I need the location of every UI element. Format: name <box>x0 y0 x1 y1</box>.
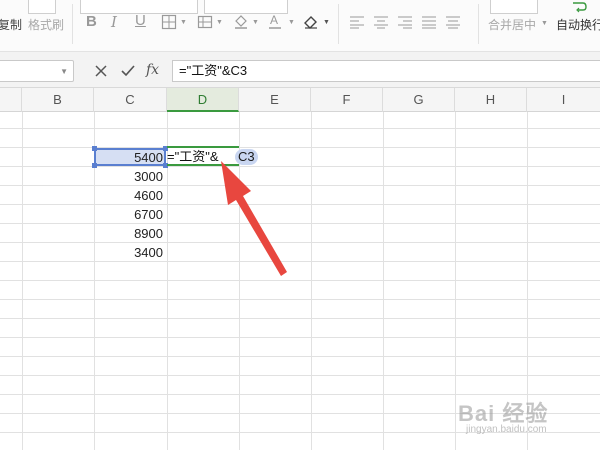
chevron-down-icon[interactable]: ▼ <box>252 19 259 26</box>
row-header-corner[interactable] <box>0 88 22 112</box>
column-header-i[interactable]: I <box>527 88 600 112</box>
copy-button[interactable]: 复制 <box>0 16 22 33</box>
grid-line <box>0 166 600 167</box>
grid-line <box>383 112 384 450</box>
wrap-text-icon <box>570 0 588 16</box>
align-left-icon[interactable] <box>348 13 366 31</box>
grid-line <box>0 223 600 224</box>
cell-reference-chip: C3 <box>235 149 258 165</box>
watermark-url: jingyan.baidu.com <box>466 424 547 435</box>
align-right-icon[interactable] <box>396 13 414 31</box>
fill-color-icon[interactable] <box>232 12 250 30</box>
bold-button[interactable]: B <box>86 13 97 30</box>
format-painter-icon <box>28 0 56 14</box>
cancel-icon[interactable] <box>92 62 110 80</box>
column-header-g[interactable]: G <box>383 88 455 112</box>
formula-input[interactable]: ="工资"&C3 <box>172 60 600 82</box>
grid-line <box>0 337 600 338</box>
chevron-down-icon[interactable]: ▼ <box>180 19 187 26</box>
align-center-icon[interactable] <box>372 13 390 31</box>
chevron-down-icon[interactable]: ▼ <box>541 20 548 27</box>
chevron-down-icon[interactable]: ▼ <box>323 19 330 26</box>
grid-line <box>0 185 600 186</box>
merge-center-icon <box>490 0 538 14</box>
merge-center-button[interactable]: 合并居中 <box>488 16 536 33</box>
grid-line <box>0 318 600 319</box>
column-headers: B C D E F G H I <box>0 88 600 112</box>
underline-button[interactable]: U <box>135 12 146 29</box>
format-painter-button[interactable]: 格式刷 <box>28 16 64 33</box>
justify-icon[interactable] <box>420 13 438 31</box>
cell-c4[interactable]: 3000 <box>94 167 166 186</box>
cell-c3[interactable]: 5400 <box>94 148 166 167</box>
watermark-logo: Bai 经验 jingyan.baidu.com <box>458 394 598 442</box>
svg-text:A: A <box>270 13 278 27</box>
ribbon-toolbar: 复制 格式刷 B I U ▼ ▼ ▼ A ▼ ▼ 合并居中 ▼ 自动换行 <box>0 0 600 52</box>
grid-line <box>22 112 23 450</box>
formula-bar: ▼ fx ="工资"&C3 <box>0 52 600 88</box>
cell-c7[interactable]: 8900 <box>94 224 166 243</box>
grid-line <box>0 375 600 376</box>
cell-d3-edit-border <box>167 164 239 166</box>
auto-wrap-button[interactable]: 自动换行 <box>556 16 600 33</box>
grid-line <box>0 299 600 300</box>
column-header-f[interactable]: F <box>311 88 383 112</box>
font-color-icon[interactable]: A <box>266 12 284 30</box>
grid-line <box>311 112 312 450</box>
ribbon-divider <box>72 4 73 44</box>
column-header-h[interactable]: H <box>455 88 527 112</box>
ribbon-divider <box>338 4 339 44</box>
ribbon-divider <box>478 4 479 44</box>
border-icon[interactable] <box>160 13 178 31</box>
column-header-d[interactable]: D <box>167 88 239 112</box>
eraser-icon[interactable] <box>302 12 320 30</box>
column-header-c[interactable]: C <box>94 88 167 112</box>
name-box[interactable]: ▼ <box>0 60 74 82</box>
grid-line <box>0 280 600 281</box>
confirm-icon[interactable] <box>118 62 138 80</box>
chevron-down-icon[interactable]: ▼ <box>216 19 223 26</box>
grid-line <box>0 242 600 243</box>
cell-c6[interactable]: 6700 <box>94 205 166 224</box>
grid-line <box>0 356 600 357</box>
column-header-b[interactable]: B <box>22 88 94 112</box>
chevron-down-icon[interactable]: ▼ <box>60 67 68 76</box>
grid-line <box>0 128 600 129</box>
grid-line <box>0 147 600 148</box>
insert-function-button[interactable]: fx <box>146 62 159 78</box>
grid-line <box>0 261 600 262</box>
cell-c5[interactable]: 4600 <box>94 186 166 205</box>
grid-line <box>455 112 456 450</box>
column-header-e[interactable]: E <box>239 88 311 112</box>
distribute-icon[interactable] <box>444 13 462 31</box>
grid-line <box>0 204 600 205</box>
cell-c8[interactable]: 3400 <box>94 243 166 262</box>
fill-style-icon[interactable] <box>196 13 214 31</box>
chevron-down-icon[interactable]: ▼ <box>288 19 295 26</box>
italic-button[interactable]: I <box>111 13 117 31</box>
